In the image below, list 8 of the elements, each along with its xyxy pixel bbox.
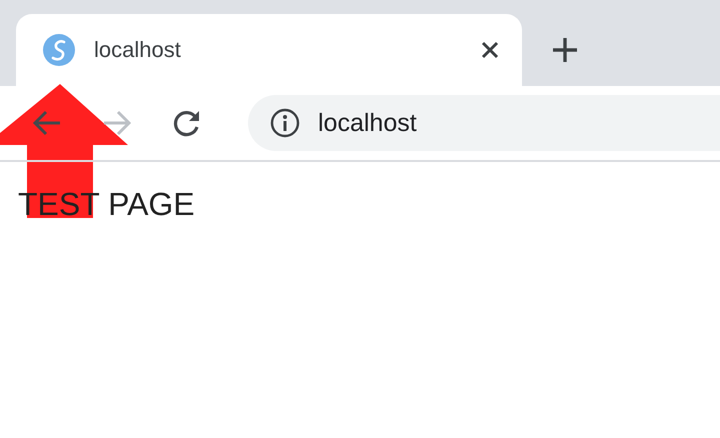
info-icon[interactable] [270,108,300,138]
favicon-icon [42,33,76,67]
new-tab-icon[interactable] [552,37,578,63]
close-icon[interactable] [480,40,500,60]
reload-icon[interactable] [172,108,202,138]
address-bar[interactable]: localhost [248,95,720,151]
tab-title: localhost [94,37,182,63]
browser-tab[interactable]: localhost [16,14,522,86]
